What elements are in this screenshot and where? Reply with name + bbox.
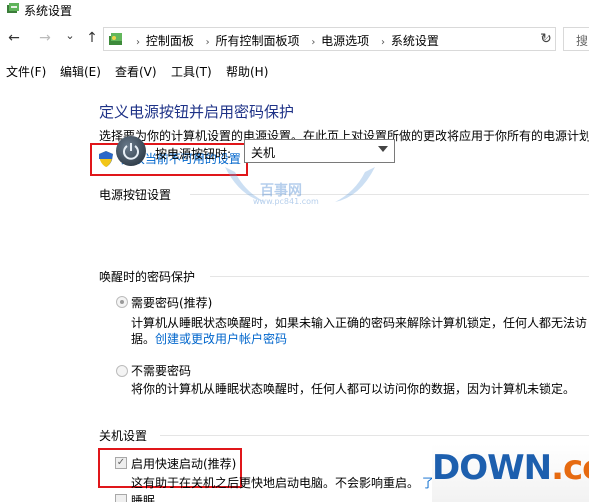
refresh-icon[interactable]: ↻ [538, 31, 554, 47]
menu-tools[interactable]: 工具(T) [171, 63, 212, 80]
watermark: 百事网 www.pc841.com [220, 162, 380, 222]
require-password-description-line2: 据。 [131, 332, 156, 346]
search-input[interactable]: 搜 [563, 27, 589, 51]
forward-arrow-icon[interactable]: → [37, 30, 53, 46]
power-button-action-value: 关机 [251, 146, 276, 160]
create-change-password-link[interactable]: 创建或更改用户帐户密码 [155, 330, 287, 347]
up-arrow-icon[interactable]: ↑ [84, 30, 100, 46]
breadcrumb-item-control-panel[interactable]: 控制面板 [146, 34, 194, 48]
main-content: 定义电源按钮并启用密码保护 选择要为你的计算机设置的电源设置。在此页上对设置所做… [0, 82, 589, 502]
menu-help[interactable]: 帮助(H) [226, 63, 268, 80]
breadcrumb-separator-icon: › [136, 37, 140, 48]
menu-file[interactable]: 文件(F) [6, 63, 46, 80]
section-title-shutdown: 关机设置 [99, 429, 148, 443]
chevron-down-icon [378, 146, 388, 152]
divider [160, 435, 589, 436]
watermark-url: www.pc841.com [253, 197, 319, 206]
breadcrumb-separator-icon[interactable]: › [206, 37, 210, 48]
section-title-wake-password: 唤醒时的密码保护 [99, 270, 196, 284]
no-password-description: 将你的计算机从睡眠状态唤醒时，任何人都可以访问你的数据，因为计算机未锁定。 [131, 382, 576, 396]
require-password-description-line1: 计算机从睡眠状态唤醒时，如果未输入正确的密码来解除计算机锁定，任何人都无法访 [131, 316, 588, 330]
back-arrow-icon[interactable]: ← [6, 30, 22, 46]
breadcrumb-separator-icon[interactable]: › [311, 37, 315, 48]
down-cc-logo: DOWN.cc [432, 444, 589, 502]
sleep-label: 睡眠 [131, 494, 156, 502]
require-password-radio[interactable] [116, 296, 128, 308]
system-settings-app-icon [7, 3, 19, 13]
breadcrumb-item-power-options[interactable]: 电源选项 [321, 34, 369, 48]
menu-edit[interactable]: 编辑(E) [60, 63, 101, 80]
fast-startup-description: 这有助于在关机之后更快地启动电脑。不会影响重启。 [131, 476, 420, 490]
control-panel-icon [109, 33, 122, 45]
breadcrumb: › 控制面板 › 所有控制面板项 › 电源选项 › 系统设置 [130, 32, 441, 49]
page-title: 定义电源按钮并启用密码保护 [99, 103, 295, 121]
divider [210, 276, 589, 277]
power-button-action-label: 按电源按钮时: [155, 147, 232, 161]
require-password-label: 需要密码(推荐) [131, 296, 213, 310]
sleep-checkbox[interactable] [115, 494, 127, 502]
breadcrumb-item-all-items[interactable]: 所有控制面板项 [216, 34, 300, 48]
section-title-power-button: 电源按钮设置 [99, 188, 172, 202]
menu-bar: 文件(F) 编辑(E) 查看(V) 工具(T) 帮助(H) [0, 60, 589, 80]
title-bar: 系统设置 [0, 0, 589, 20]
breadcrumb-item-system-settings[interactable]: 系统设置 [391, 34, 439, 48]
down-cc-logo-text: DOWN.cc [432, 448, 589, 488]
power-button-action-select[interactable]: 关机 [244, 139, 395, 163]
address-bar[interactable]: › 控制面板 › 所有控制面板项 › 电源选项 › 系统设置 ⌵ [103, 27, 556, 51]
no-password-radio[interactable] [116, 365, 128, 377]
recent-locations-chevron-icon[interactable]: ⌄ [62, 28, 78, 44]
menu-view[interactable]: 查看(V) [115, 63, 157, 80]
power-button-icon [116, 136, 146, 166]
breadcrumb-separator-icon[interactable]: › [381, 37, 385, 48]
window-title: 系统设置 [24, 4, 73, 18]
no-password-label: 不需要密码 [131, 364, 192, 378]
